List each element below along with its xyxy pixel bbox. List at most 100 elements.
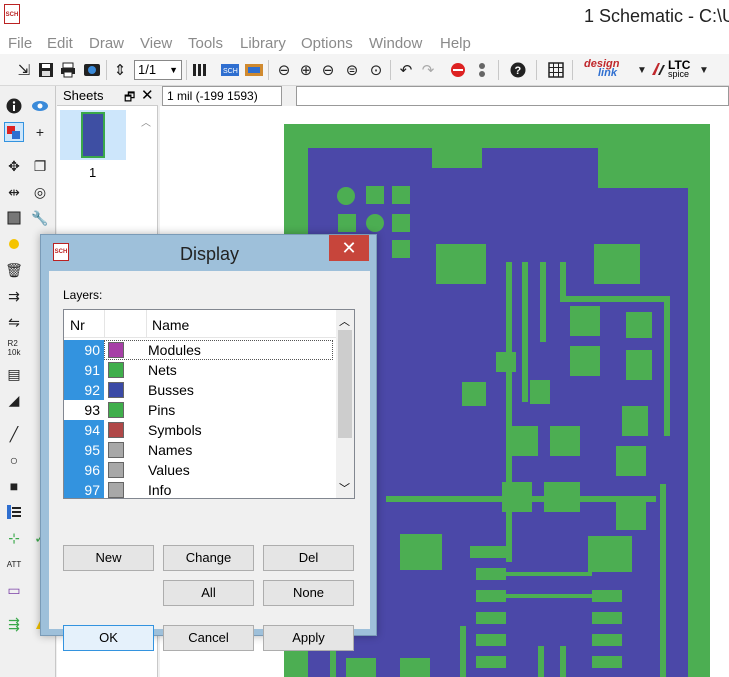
delete-icon[interactable]: 🗑	[4, 260, 24, 280]
zoom-in-icon[interactable]: ⊕	[296, 60, 316, 80]
ltspice-logo[interactable]: LTC spice	[650, 58, 706, 80]
zoom-select-icon[interactable]: ⊙	[366, 60, 386, 80]
attribute-icon[interactable]: ATT	[4, 554, 24, 574]
print-icon[interactable]	[58, 60, 78, 80]
ok-button[interactable]: OK	[63, 625, 154, 651]
menu-draw[interactable]: Draw	[89, 35, 124, 52]
toolbar: ⇲ ⇕ 1/1 ▼ SCH ⊖ ⊕ ⊖ ⊜ ⊙ ↶ ↷ ? ▼ ▼	[0, 54, 729, 86]
zoom-fit-icon[interactable]: ⊖	[274, 60, 294, 80]
table-row[interactable]: 94 Symbols	[64, 420, 336, 440]
designlink-logo[interactable]: design link	[584, 59, 619, 79]
chevron-up-icon[interactable]: ︿	[141, 114, 151, 129]
dialog-close-button[interactable]: ✕	[329, 235, 369, 261]
table-row[interactable]: 92 Busses	[64, 380, 336, 400]
menu-edit[interactable]: Edit	[47, 35, 73, 52]
zoom-redraw-icon[interactable]: ⊜	[342, 60, 362, 80]
move-icon[interactable]: ✥	[4, 156, 24, 176]
scrollbar-thumb[interactable]	[338, 330, 352, 438]
menu-tools[interactable]: Tools	[188, 35, 223, 52]
sheets-title: Sheets	[63, 88, 104, 103]
rotate-icon[interactable]: ◎	[30, 182, 50, 202]
close-icon[interactable]: ✕	[141, 86, 154, 104]
sheet-thumbnail[interactable]	[60, 110, 126, 160]
miter-icon[interactable]: ◢	[4, 390, 24, 410]
sheet-updown-icon[interactable]: ⇕	[110, 60, 130, 80]
schematic-board-switch-icon[interactable]: SCH	[220, 60, 240, 80]
layer-name: Nets	[148, 362, 177, 378]
cam-processor-icon[interactable]	[82, 60, 102, 80]
table-row[interactable]: 90 Modules	[64, 340, 336, 360]
replace-icon[interactable]: ⇋	[4, 312, 24, 332]
table-row[interactable]: 93 Pins	[64, 400, 336, 420]
column-name[interactable]: Name	[152, 317, 189, 333]
layer-settings-icon[interactable]	[190, 60, 210, 80]
redo-icon[interactable]: ↷	[418, 60, 438, 80]
erc-icon[interactable]: ⇶	[4, 614, 24, 634]
menu-help[interactable]: Help	[440, 35, 471, 52]
window-title: 1 Schematic - C:\U	[584, 6, 729, 26]
show-icon[interactable]	[30, 96, 50, 116]
open-script-icon[interactable]: ⇲	[14, 60, 34, 80]
wire-icon[interactable]: ╱	[4, 424, 24, 444]
layers-table[interactable]: Nr Name 90 Modules 91 Nets 92 Busses 93 Pins 94 S…	[63, 309, 355, 499]
layer-name: Symbols	[148, 422, 202, 438]
info-icon[interactable]	[4, 96, 24, 116]
layer-number: 97	[64, 480, 104, 498]
apply-button[interactable]: Apply	[263, 625, 354, 651]
menu-options[interactable]: Options	[301, 35, 353, 52]
table-row[interactable]: 95 Names	[64, 440, 336, 460]
display-layers-icon[interactable]	[4, 122, 24, 142]
command-input[interactable]	[296, 86, 729, 106]
change-button[interactable]: Change	[163, 545, 254, 571]
net-icon[interactable]: ⊹	[4, 528, 24, 548]
del-button[interactable]: Del	[263, 545, 354, 571]
undo-icon[interactable]: ↶	[396, 60, 416, 80]
board-icon[interactable]	[244, 60, 264, 80]
menu-window[interactable]: Window	[369, 35, 422, 52]
none-button[interactable]: None	[263, 580, 354, 606]
sheets-header: Sheets 🗗 ✕	[57, 86, 158, 106]
table-row[interactable]: 96 Values	[64, 460, 336, 480]
zoom-out-icon[interactable]: ⊖	[318, 60, 338, 80]
smash-icon[interactable]: ▤	[4, 364, 24, 384]
focus-rectangle	[104, 340, 333, 360]
group-icon[interactable]	[4, 208, 24, 228]
go-icon[interactable]	[472, 60, 492, 80]
save-icon[interactable]	[36, 60, 56, 80]
copy-icon[interactable]: ❐	[30, 156, 50, 176]
grid-icon[interactable]	[546, 60, 566, 80]
menu-file[interactable]: File	[8, 35, 32, 52]
sheet-select[interactable]: 1/1 ▼	[134, 60, 182, 80]
designlink-dropdown-icon[interactable]: ▼	[632, 60, 652, 80]
change-icon[interactable]: 🔧	[30, 208, 50, 228]
table-row[interactable]: 91 Nets	[64, 360, 336, 380]
add-icon[interactable]: ⇉	[4, 286, 24, 306]
all-button[interactable]: All	[163, 580, 254, 606]
rectangle-icon[interactable]: ■	[4, 476, 24, 496]
circle-icon[interactable]: ○	[4, 450, 24, 470]
stop-icon[interactable]	[448, 60, 468, 80]
bus-icon[interactable]	[4, 502, 24, 522]
frame-icon[interactable]: ▭	[4, 580, 24, 600]
undock-icon[interactable]: 🗗	[124, 88, 135, 109]
new-button[interactable]: New	[63, 545, 154, 571]
table-scrollbar[interactable]: ︿ ﹀	[336, 310, 354, 498]
help-icon[interactable]: ?	[508, 60, 528, 80]
sheet-preview	[81, 112, 105, 158]
layer-name: Busses	[148, 382, 194, 398]
chevron-down-icon[interactable]: ﹀	[339, 480, 350, 496]
chevron-up-icon[interactable]: ︿	[339, 313, 350, 329]
mirror-icon[interactable]: ⇹	[4, 182, 24, 202]
value-icon[interactable]: R2 10k	[4, 338, 24, 358]
table-row[interactable]: 97 Info	[64, 480, 336, 498]
layer-color-swatch	[108, 382, 124, 398]
menu-library[interactable]: Library	[240, 35, 286, 52]
menu-view[interactable]: View	[140, 35, 172, 52]
cancel-button[interactable]: Cancel	[163, 625, 254, 651]
layer-color-swatch	[108, 362, 124, 378]
mark-icon[interactable]: +	[30, 122, 50, 142]
layer-color-swatch	[108, 402, 124, 418]
column-nr[interactable]: Nr	[70, 317, 85, 333]
chevron-down-icon: ▼	[169, 65, 178, 75]
paste-icon[interactable]	[4, 234, 24, 254]
